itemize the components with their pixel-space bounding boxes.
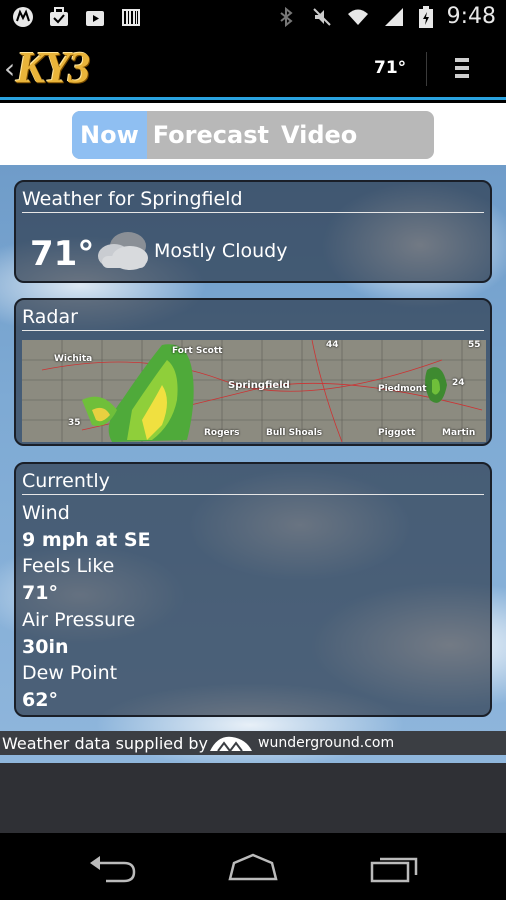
- tab-group: Now Forecast Video Forecast: [72, 111, 434, 159]
- app-bar: ‹ KY3 71°: [0, 36, 506, 100]
- attribution-bar[interactable]: Weather data supplied by wunderground.co…: [0, 731, 506, 755]
- recents-icon[interactable]: [370, 853, 420, 883]
- barcode-icon: [122, 9, 140, 26]
- wind-value: 9 mph at SE: [22, 528, 151, 551]
- weather-card-title: Weather for Springfield: [22, 188, 484, 213]
- feels-like-value: 71°: [22, 582, 58, 605]
- cloud-icon: [98, 232, 148, 270]
- battery-icon: [418, 5, 433, 28]
- navigation-bar: [0, 833, 506, 900]
- map-label: Bull Shoals: [266, 428, 323, 438]
- status-bar: 9:48: [0, 0, 506, 36]
- map-label: Wichita: [54, 354, 93, 364]
- map-label: Rogers: [204, 428, 240, 438]
- wunderground-logo-icon: [210, 736, 252, 752]
- menu-icon[interactable]: [455, 58, 469, 80]
- current-temperature: 71°: [30, 234, 95, 274]
- clock: 9:48: [446, 4, 496, 29]
- currently-card-title: Currently: [22, 470, 484, 495]
- wind-label: Wind: [22, 502, 70, 524]
- radar-card[interactable]: Radar Wichita Fort Scott Springfield Pie…: [14, 298, 492, 446]
- air-pressure-value: 30in: [22, 635, 69, 658]
- tab-bar: Now Forecast Video Forecast: [0, 103, 506, 165]
- divider: [426, 52, 427, 86]
- map-label: 35: [68, 418, 81, 428]
- tab-forecast[interactable]: Forecast: [147, 111, 275, 159]
- wifi-icon: [347, 9, 368, 25]
- tab-now[interactable]: Now: [72, 111, 147, 159]
- briefcase-icon: [50, 7, 68, 26]
- map-label: Fort Scott: [172, 346, 223, 356]
- map-label: Piedmont: [378, 384, 427, 394]
- play-store-icon: [86, 11, 104, 26]
- back-chevron-icon[interactable]: ‹: [4, 52, 15, 85]
- home-icon[interactable]: [228, 853, 278, 883]
- header-temperature: 71°: [374, 58, 407, 78]
- map-label: 55: [468, 340, 481, 350]
- bluetooth-icon: [279, 6, 293, 27]
- signal-icon: [384, 7, 403, 26]
- map-label: 44: [326, 340, 339, 350]
- tab-video-forecast[interactable]: Video Forecast: [275, 111, 434, 159]
- radar-card-title: Radar: [22, 306, 484, 331]
- weather-condition: Mostly Cloudy: [154, 240, 288, 262]
- attribution-text: Weather data supplied by: [2, 734, 208, 753]
- content-area[interactable]: Weather for Springfield 71° Mostly Cloud…: [0, 165, 506, 763]
- map-label: Springfield: [228, 380, 290, 391]
- motorola-icon: [13, 7, 33, 27]
- mute-icon: [312, 7, 331, 26]
- provider-name: wunderground.com: [258, 735, 395, 751]
- bottom-padding: [0, 763, 506, 833]
- back-icon[interactable]: [88, 853, 138, 883]
- weather-card: Weather for Springfield 71° Mostly Cloud…: [14, 180, 492, 283]
- air-pressure-label: Air Pressure: [22, 608, 136, 631]
- dew-point-value: 62°: [22, 688, 58, 711]
- map-label: Martin: [442, 428, 476, 438]
- dew-point-label: Dew Point: [22, 662, 118, 685]
- currently-card: Currently Wind 9 mph at SE Feels Like 71…: [14, 462, 492, 717]
- app-logo[interactable]: KY3: [16, 42, 90, 93]
- map-label: 24: [452, 378, 465, 388]
- radar-map[interactable]: Wichita Fort Scott Springfield Piedmont …: [22, 340, 486, 442]
- feels-like-label: Feels Like: [22, 555, 115, 578]
- map-label: Piggott: [378, 428, 416, 438]
- conditions-list: Wind 9 mph at SE Feels Like 71° Air Pres…: [22, 500, 151, 714]
